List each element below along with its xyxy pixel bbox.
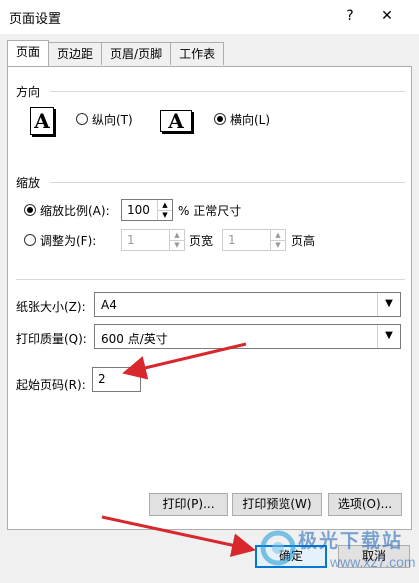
page-tab-panel: 方向 A 纵向(T) A 横向(L) 缩放 缩放比例(A): 100 ▲ ▼ %… xyxy=(7,66,412,530)
watermark-swirl-icon xyxy=(260,530,296,566)
print-quality-value[interactable]: 600 点/英寸 xyxy=(101,330,168,347)
orientation-section-title: 方向 xyxy=(16,85,41,99)
fit-tall-spinner[interactable]: 1 ▲ ▼ xyxy=(222,229,286,251)
fit-wide-value[interactable]: 1 xyxy=(127,233,135,247)
print-button[interactable]: 打印(P)... xyxy=(149,493,228,516)
first-page-label: 起始页码(R): xyxy=(16,378,86,392)
portrait-page-icon: A xyxy=(30,107,54,135)
landscape-radio[interactable] xyxy=(214,113,226,125)
scaling-section-title: 缩放 xyxy=(16,176,41,190)
adjust-to-radio[interactable] xyxy=(24,204,36,216)
tab-strip: 页面 页边距 页眉/页脚 工作表 xyxy=(7,40,225,66)
paper-size-value[interactable]: A4 xyxy=(101,298,117,312)
print-quality-label: 打印质量(Q): xyxy=(16,332,87,346)
portrait-radio[interactable] xyxy=(76,113,88,125)
fit-to-radio[interactable] xyxy=(24,234,36,246)
spin-down-icon[interactable]: ▼ xyxy=(271,240,285,250)
dialog-body: 页面 页边距 页眉/页脚 工作表 方向 A 纵向(T) A 横向(L) 缩放 缩… xyxy=(0,34,419,583)
spin-down-icon[interactable]: ▼ xyxy=(170,240,184,250)
adjust-to-arrows: ▲ ▼ xyxy=(157,200,172,220)
tab-margins[interactable]: 页边距 xyxy=(48,42,103,65)
tab-sheet[interactable]: 工作表 xyxy=(170,42,225,65)
portrait-label[interactable]: 纵向(T) xyxy=(92,111,133,128)
chevron-down-icon[interactable]: ▼ xyxy=(377,325,400,348)
fit-to-label[interactable]: 调整为(F): xyxy=(40,232,96,249)
fit-wide-spinner[interactable]: 1 ▲ ▼ xyxy=(121,229,185,251)
fit-tall-suffix: 页高 xyxy=(291,234,316,248)
fit-tall-value[interactable]: 1 xyxy=(228,233,236,247)
first-page-input[interactable]: 2 xyxy=(92,367,141,392)
fit-tall-arrows: ▲ ▼ xyxy=(270,230,285,250)
print-preview-button[interactable]: 打印预览(W) xyxy=(232,493,322,516)
page-setup-dialog: 页面设置 ? ✕ 页面 页边距 页眉/页脚 工作表 方向 A 纵向(T) A 横… xyxy=(0,0,419,583)
help-icon[interactable]: ? xyxy=(340,5,360,27)
paper-divider xyxy=(16,279,405,280)
adjust-to-label[interactable]: 缩放比例(A): xyxy=(40,202,110,219)
watermark-url: www.xz7.com xyxy=(330,554,416,570)
watermark-logo: 极光下载站 www.xz7.com xyxy=(258,520,416,580)
window-title: 页面设置 xyxy=(9,12,62,27)
paper-size-dropdown[interactable]: A4 ▼ xyxy=(94,292,401,317)
adjust-to-value[interactable]: 100 xyxy=(127,203,150,217)
landscape-label[interactable]: 横向(L) xyxy=(230,111,270,128)
paper-size-label: 纸张大小(Z): xyxy=(16,300,86,314)
options-button[interactable]: 选项(O)... xyxy=(328,493,402,516)
adjust-to-suffix: % 正常尺寸 xyxy=(178,204,242,218)
watermark-name: 极光下载站 xyxy=(298,531,404,552)
fit-wide-suffix: 页宽 xyxy=(189,234,214,248)
orientation-divider xyxy=(50,91,405,92)
print-quality-dropdown[interactable]: 600 点/英寸 ▼ xyxy=(94,324,401,349)
chevron-down-icon[interactable]: ▼ xyxy=(377,293,400,316)
adjust-to-spinner[interactable]: 100 ▲ ▼ xyxy=(121,199,173,221)
scaling-divider xyxy=(50,182,405,183)
first-page-value[interactable]: 2 xyxy=(98,372,106,386)
tab-page[interactable]: 页面 xyxy=(7,40,50,66)
tab-header-footer[interactable]: 页眉/页脚 xyxy=(101,42,172,65)
landscape-page-icon: A xyxy=(160,110,192,132)
title-bar: 页面设置 ? ✕ xyxy=(0,0,419,34)
fit-wide-arrows: ▲ ▼ xyxy=(169,230,184,250)
close-icon[interactable]: ✕ xyxy=(376,5,398,27)
spin-down-icon[interactable]: ▼ xyxy=(158,210,172,220)
